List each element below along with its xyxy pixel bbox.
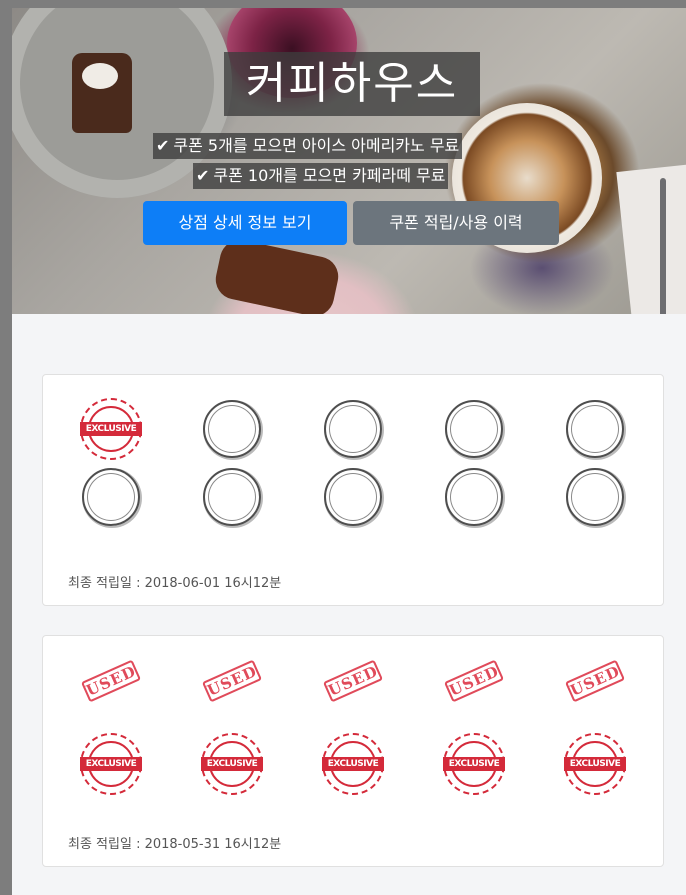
exclusive-stamp: EXCLUSIVE <box>79 732 143 796</box>
used-stamp-icon: USED <box>442 650 506 714</box>
empty-stamp-slot <box>563 465 627 529</box>
coupon-card: USED USED USED USED USED EXCLUSIVE EXCLUSIVE EX… <box>42 635 664 867</box>
check-icon: ✔ <box>156 136 170 155</box>
hero-photo-pastry <box>212 236 342 314</box>
store-title: 커피하우스 <box>224 52 480 116</box>
exclusive-stamp-icon: EXCLUSIVE <box>80 398 142 460</box>
exclusive-stamp-icon: EXCLUSIVE <box>80 733 142 795</box>
empty-circle-icon <box>203 468 261 526</box>
empty-circle-icon <box>324 468 382 526</box>
stamp-label: USED <box>564 659 626 703</box>
store-hero-banner: 커피하우스 ✔ 쿠폰 5개를 모으면 아이스 아메리카노 무료 ✔ 쿠폰 10개를 … <box>12 8 686 314</box>
exclusive-stamp: EXCLUSIVE <box>321 732 385 796</box>
check-icon: ✔ <box>196 166 210 185</box>
exclusive-stamp: EXCLUSIVE <box>79 397 143 461</box>
empty-circle-icon <box>82 468 140 526</box>
exclusive-stamp-icon: EXCLUSIVE <box>564 733 626 795</box>
coupon-history-button[interactable]: 쿠폰 적립/사용 이력 <box>353 201 559 245</box>
empty-stamp-slot <box>563 397 627 461</box>
exclusive-stamp-icon: EXCLUSIVE <box>201 733 263 795</box>
used-stamp-icon: USED <box>321 650 385 714</box>
empty-stamp-slot <box>442 465 506 529</box>
coupon-card: EXCLUSIVE 최종 적립일 : 2018-06-01 16시12분 <box>42 374 664 606</box>
used-stamp-icon: USED <box>79 650 143 714</box>
reward-line-1-text: 쿠폰 5개를 모으면 아이스 아메리카노 무료 <box>173 136 460 155</box>
reward-line-2-text: 쿠폰 10개를 모으면 카페라떼 무료 <box>213 166 446 185</box>
empty-stamp-slot <box>321 397 385 461</box>
empty-circle-icon <box>566 468 624 526</box>
hero-photo-napkin <box>616 164 686 314</box>
store-detail-button[interactable]: 상점 상세 정보 보기 <box>143 201 347 245</box>
stamp-label: EXCLUSIVE <box>322 757 384 771</box>
empty-circle-icon <box>566 400 624 458</box>
empty-stamp-slot <box>200 465 264 529</box>
stamp-label: EXCLUSIVE <box>80 422 142 436</box>
app-frame: 커피하우스 ✔ 쿠폰 5개를 모으면 아이스 아메리카노 무료 ✔ 쿠폰 10개를 … <box>12 8 686 895</box>
stamp-label: EXCLUSIVE <box>443 757 505 771</box>
exclusive-stamp: EXCLUSIVE <box>563 732 627 796</box>
used-stamp: USED <box>563 650 627 714</box>
reward-line-1: ✔ 쿠폰 5개를 모으면 아이스 아메리카노 무료 <box>153 133 463 159</box>
exclusive-stamp: EXCLUSIVE <box>200 732 264 796</box>
empty-stamp-slot <box>79 465 143 529</box>
stamp-label: USED <box>443 659 505 703</box>
empty-stamp-slot <box>442 397 506 461</box>
exclusive-stamp: EXCLUSIVE <box>442 732 506 796</box>
reward-line-2: ✔ 쿠폰 10개를 모으면 카페라떼 무료 <box>193 163 449 189</box>
stamp-label: USED <box>322 659 384 703</box>
stamp-label: USED <box>80 659 142 703</box>
used-stamp-icon: USED <box>200 650 264 714</box>
hero-photo-cream <box>82 63 118 89</box>
used-stamp: USED <box>442 650 506 714</box>
stamp-label: EXCLUSIVE <box>80 757 142 771</box>
stamp-label: EXCLUSIVE <box>564 757 626 771</box>
exclusive-stamp-icon: EXCLUSIVE <box>322 733 384 795</box>
used-stamp: USED <box>79 650 143 714</box>
exclusive-stamp-icon: EXCLUSIVE <box>443 733 505 795</box>
last-stamp-date: 최종 적립일 : 2018-06-01 16시12분 <box>68 576 282 591</box>
used-stamp: USED <box>321 650 385 714</box>
stamp-label: EXCLUSIVE <box>201 757 263 771</box>
empty-stamp-slot <box>200 397 264 461</box>
empty-circle-icon <box>203 400 261 458</box>
hero-photo-fork <box>660 178 666 314</box>
empty-circle-icon <box>445 400 503 458</box>
empty-circle-icon <box>445 468 503 526</box>
last-stamp-date: 최종 적립일 : 2018-05-31 16시12분 <box>68 837 282 852</box>
used-stamp: USED <box>200 650 264 714</box>
stamp-label: USED <box>201 659 263 703</box>
used-stamp-icon: USED <box>563 650 627 714</box>
empty-circle-icon <box>324 400 382 458</box>
empty-stamp-slot <box>321 465 385 529</box>
